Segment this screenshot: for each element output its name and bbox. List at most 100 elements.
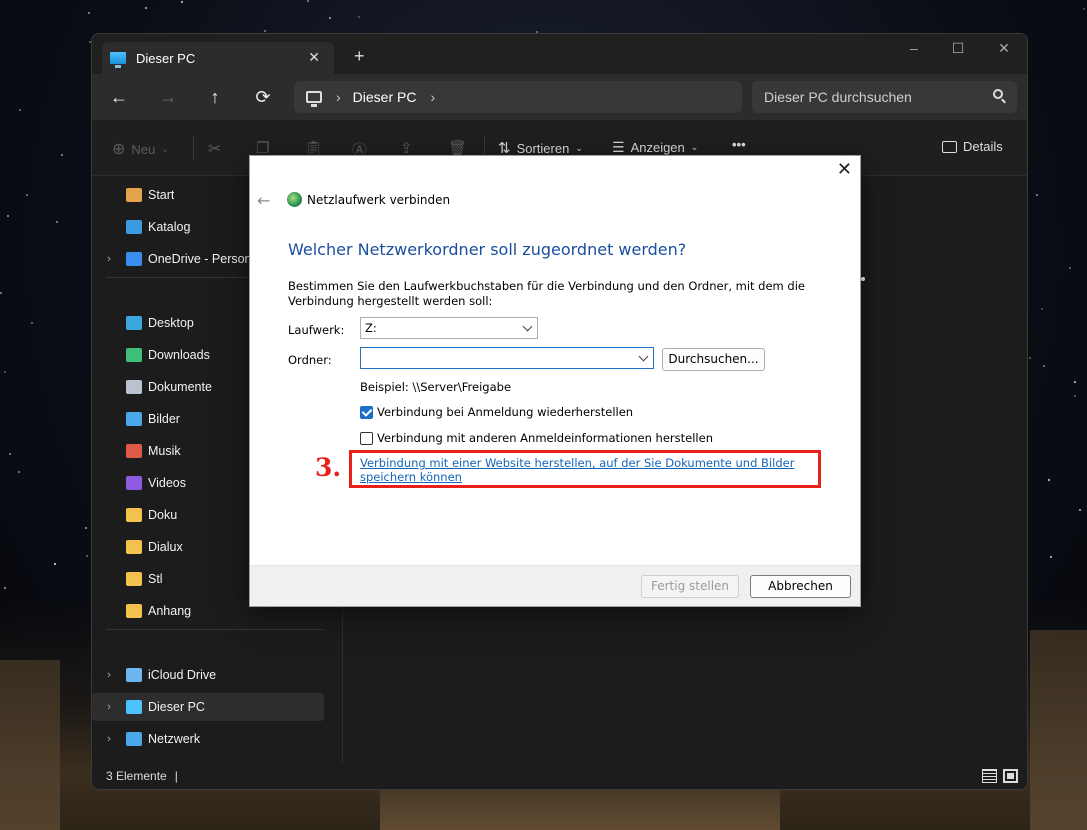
tab-dieser-pc[interactable]: Dieser PC ✕ xyxy=(102,42,334,74)
expand-chevron-icon[interactable]: › xyxy=(92,669,126,681)
close-window-button[interactable]: ✕ xyxy=(981,40,1027,57)
details-button[interactable]: Details xyxy=(942,139,1003,154)
checkbox-unchecked-icon[interactable] xyxy=(360,431,373,445)
star xyxy=(85,527,87,529)
sidebar-item[interactable]: › Dieser PC xyxy=(92,693,324,721)
dialog-title: Netzlaufwerk verbinden xyxy=(307,193,451,207)
folder-icon xyxy=(126,540,142,554)
chevron-down-icon xyxy=(522,321,533,332)
new-tab-button[interactable]: + xyxy=(354,46,365,67)
dialog-close-button[interactable]: ✕ xyxy=(837,161,852,179)
title-bar: Dieser PC ✕ + – ☐ ✕ xyxy=(92,34,1027,74)
sidebar-item-label: Dialux xyxy=(148,540,183,554)
cut-icon[interactable]: ✂ xyxy=(208,139,221,159)
sidebar-item[interactable]: › Netzwerk xyxy=(92,725,324,753)
view-button[interactable]: ☰ Anzeigen ⌄ xyxy=(612,139,698,156)
cursor-dot xyxy=(861,277,865,281)
star xyxy=(61,154,63,156)
star xyxy=(31,322,33,324)
breadcrumb-dieser-pc[interactable]: Dieser PC xyxy=(353,89,417,105)
item-count: 3 Elemente xyxy=(106,769,167,783)
more-options-icon[interactable]: ••• xyxy=(732,137,746,152)
maximize-button[interactable]: ☐ xyxy=(935,40,981,57)
star xyxy=(1074,381,1076,383)
up-button[interactable]: ↑ xyxy=(200,86,230,108)
address-bar[interactable]: › Dieser PC › xyxy=(294,81,742,113)
folder-example: Beispiel: \\Server\Freigabe xyxy=(360,380,512,394)
sidebar-item-label: Stl xyxy=(148,572,163,586)
sidebar-divider xyxy=(106,629,326,630)
sidebar-item-label: Musik xyxy=(148,444,181,458)
details-pane-icon xyxy=(942,140,957,153)
network-icon xyxy=(126,732,142,746)
star xyxy=(0,292,2,294)
details-view-icon[interactable] xyxy=(982,769,997,783)
tiles-view-icon[interactable] xyxy=(1003,769,1018,783)
view-label: Anzeigen xyxy=(630,140,685,155)
chevron-right-icon[interactable]: › xyxy=(430,89,435,105)
chevron-down-icon: ⌄ xyxy=(161,143,169,154)
video-icon xyxy=(126,476,142,490)
forward-button[interactable]: → xyxy=(153,86,183,108)
gallery-icon xyxy=(126,220,142,234)
building-right xyxy=(1030,630,1087,830)
sidebar-item-label: Doku xyxy=(148,508,178,522)
sidebar-item-label: Anhang xyxy=(148,604,192,618)
search-input[interactable]: Dieser PC durchsuchen xyxy=(752,81,1017,113)
star xyxy=(145,7,147,9)
new-button[interactable]: ⊕ Neu ⌄ xyxy=(112,139,169,159)
chevron-down-icon: ⌄ xyxy=(690,142,699,152)
cloud-icon xyxy=(126,252,142,266)
folder-input[interactable] xyxy=(360,347,654,369)
other-credentials-checkbox[interactable]: Verbindung mit anderen Anmeldeinformatio… xyxy=(360,431,713,445)
sidebar-item-label: Dieser PC xyxy=(148,700,205,714)
sort-label: Sortieren xyxy=(516,140,570,156)
expand-chevron-icon[interactable]: › xyxy=(92,253,126,265)
sidebar-item-label: Katalog xyxy=(148,220,191,234)
star xyxy=(88,12,90,14)
cancel-button[interactable]: Abbrechen xyxy=(750,575,851,598)
star xyxy=(1069,267,1071,269)
drive-select[interactable]: Z: xyxy=(360,317,538,339)
minimize-button[interactable]: – xyxy=(891,40,937,56)
star xyxy=(1043,365,1045,367)
star xyxy=(26,194,28,196)
back-button[interactable]: ← xyxy=(104,86,134,108)
folder-icon xyxy=(126,604,142,618)
details-label: Details xyxy=(963,139,1003,154)
pictures-icon xyxy=(126,412,142,426)
map-network-drive-dialog: ✕ ← Netzlaufwerk verbinden Welcher Netzw… xyxy=(249,155,861,607)
divider xyxy=(193,136,194,160)
star xyxy=(329,17,331,19)
folder-icon xyxy=(126,572,142,586)
reconnect-checkbox[interactable]: Verbindung bei Anmeldung wiederherstelle… xyxy=(360,405,633,419)
star xyxy=(307,0,309,2)
reconnect-label: Verbindung bei Anmeldung wiederherstelle… xyxy=(377,405,634,419)
sidebar-item[interactable]: › iCloud Drive xyxy=(92,661,324,689)
tab-close-icon[interactable]: ✕ xyxy=(308,49,320,66)
star xyxy=(1048,479,1050,481)
download-icon xyxy=(126,348,142,362)
new-label: Neu xyxy=(131,141,156,157)
browse-button[interactable]: Durchsuchen... xyxy=(662,348,765,371)
checkbox-checked-icon[interactable] xyxy=(360,405,373,419)
dialog-heading: Welcher Netzwerkordner soll zugeordnet w… xyxy=(288,240,687,259)
refresh-button[interactable]: ⟳ xyxy=(248,86,278,108)
star xyxy=(54,563,56,565)
dialog-back-button[interactable]: ← xyxy=(257,191,270,210)
view-icon: ☰ xyxy=(612,139,625,155)
expand-chevron-icon[interactable]: › xyxy=(92,701,126,713)
chevron-right-icon[interactable]: › xyxy=(336,89,341,105)
finish-button[interactable]: Fertig stellen xyxy=(641,575,739,598)
building-center xyxy=(380,790,780,830)
expand-chevron-icon[interactable]: › xyxy=(92,733,126,745)
drive-value: Z: xyxy=(365,321,377,335)
home-icon xyxy=(126,188,142,202)
navigation-bar: ← → ↑ ⟳ › Dieser PC › Dieser PC durchsuc… xyxy=(92,74,1027,120)
star xyxy=(181,1,183,3)
sidebar-item-label: Desktop xyxy=(148,316,194,330)
star xyxy=(1079,509,1081,511)
annotation-step-number: 3. xyxy=(315,453,342,482)
sidebar-item-label: Start xyxy=(148,188,175,202)
website-connection-link[interactable]: Verbindung mit einer Website herstellen,… xyxy=(360,456,818,484)
